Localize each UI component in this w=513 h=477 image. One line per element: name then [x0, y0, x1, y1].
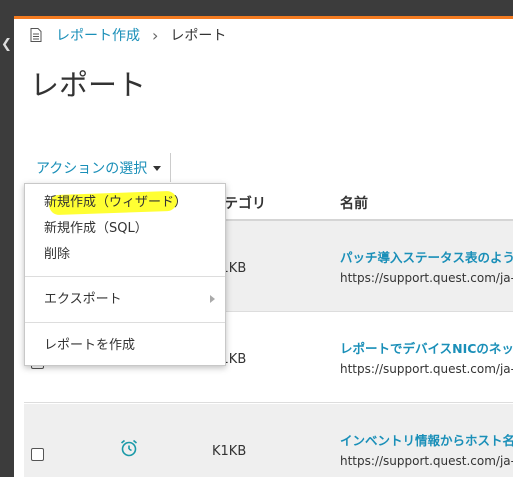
submenu-arrow-icon [210, 295, 215, 303]
column-header-name[interactable]: 名前 [340, 193, 368, 213]
menu-item-create-report[interactable]: レポートを作成 [44, 337, 135, 355]
page-title: レポート [30, 68, 147, 102]
row-name-link[interactable]: パッチ導入ステータス表のようだ [340, 247, 513, 266]
menu-item-export[interactable]: エクスポート [44, 291, 122, 309]
column-header-category[interactable]: テゴリ [224, 193, 266, 213]
actions-select-button[interactable]: アクションの選択 [30, 158, 162, 178]
menu-item-new-wizard[interactable]: 新規作成（ウィザード） [44, 194, 187, 212]
row-name-link[interactable]: レポートでデバイスNICのネット [340, 338, 513, 357]
menu-divider [25, 322, 225, 323]
actions-dropdown-menu: 新規作成（ウィザード） 新規作成（SQL） 削除 エクスポート レポートを作成 [24, 183, 226, 366]
caret-down-icon [153, 165, 162, 171]
top-bar [0, 0, 513, 16]
actions-select-label: アクションの選択 [36, 161, 148, 177]
alarm-clock-icon [120, 439, 138, 457]
document-icon [30, 28, 42, 42]
menu-divider [25, 276, 225, 277]
collapse-chevron-icon[interactable]: ❮ [1, 38, 12, 51]
top-accent-line [14, 16, 513, 19]
table-row[interactable]: K1KB インベントリ情報からホスト名、 https://support.que… [24, 404, 513, 477]
actions-bar: アクションの選択 [30, 153, 171, 183]
breadcrumb-separator: › [152, 25, 159, 45]
menu-item-delete[interactable]: 削除 [44, 246, 70, 264]
row-url: https://support.quest.com/ja-jp [340, 454, 513, 468]
breadcrumb: レポート作成 › レポート [30, 25, 226, 45]
row-url: https://support.quest.com/ja-jp [340, 271, 513, 285]
menu-item-new-sql[interactable]: 新規作成（SQL） [44, 220, 148, 238]
left-rail: ❮ [0, 16, 14, 477]
row-category: K1KB [212, 444, 247, 459]
row-checkbox[interactable] [31, 448, 44, 461]
breadcrumb-current: レポート [170, 28, 227, 44]
row-name-link[interactable]: インベントリ情報からホスト名、 [340, 430, 513, 449]
row-url: https://support.quest.com/ja-jp [340, 362, 513, 376]
breadcrumb-parent-link[interactable]: レポート作成 [56, 25, 140, 45]
